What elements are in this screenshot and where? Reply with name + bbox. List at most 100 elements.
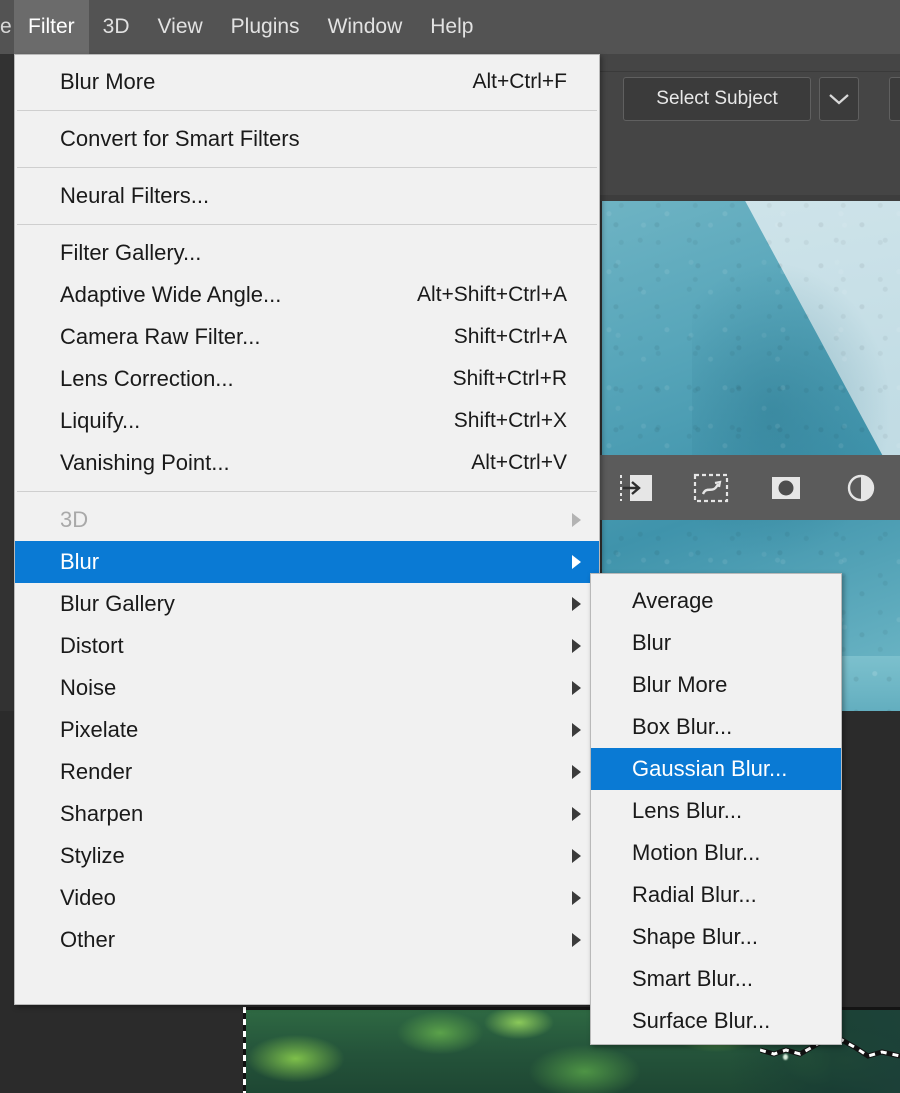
menu-item-shortcut: Shift+Ctrl+A xyxy=(453,325,567,348)
menu-item-label: Liquify... xyxy=(60,408,141,433)
menu-item-label: Stylize xyxy=(60,843,125,868)
menu-item-convert-for-smart-filters[interactable]: Convert for Smart Filters xyxy=(15,118,599,160)
menu-item-blur-gallery[interactable]: Blur Gallery xyxy=(15,583,599,625)
mask-fill-icon[interactable] xyxy=(748,473,823,503)
submenu-item-label: Radial Blur... xyxy=(632,882,757,907)
menu-item-3d: 3D xyxy=(15,499,599,541)
submenu-item-blur-more[interactable]: Blur More xyxy=(591,664,841,706)
submenu-item-label: Motion Blur... xyxy=(632,840,761,865)
menu-separator xyxy=(17,224,597,225)
options-bar-next-control[interactable] xyxy=(889,77,900,121)
menu-item-camera-raw-filter[interactable]: Camera Raw Filter... Shift+Ctrl+A xyxy=(15,316,599,358)
menu-item-label: Blur More xyxy=(60,69,156,94)
contrast-icon[interactable] xyxy=(823,473,898,503)
menu-item-other[interactable]: Other xyxy=(15,919,599,961)
menu-item-liquify[interactable]: Liquify... Shift+Ctrl+X xyxy=(15,400,599,442)
menu-item-vanishing-point[interactable]: Vanishing Point... Alt+Ctrl+V xyxy=(15,442,599,484)
submenu-arrow-icon xyxy=(572,807,581,821)
submenu-item-motion-blur[interactable]: Motion Blur... xyxy=(591,832,841,874)
menu-item-label: Render xyxy=(60,759,133,784)
chevron-down-icon xyxy=(829,94,849,105)
menu-item-sharpen[interactable]: Sharpen xyxy=(15,793,599,835)
menu-item-label: Lens Correction... xyxy=(60,366,234,391)
menu-filter[interactable]: Filter xyxy=(14,0,89,54)
submenu-item-label: Shape Blur... xyxy=(632,924,758,949)
submenu-item-label: Gaussian Blur... xyxy=(632,756,788,781)
submenu-arrow-icon xyxy=(572,681,581,695)
options-bar-divider xyxy=(598,71,900,72)
submenu-item-average[interactable]: Average xyxy=(591,580,841,622)
submenu-item-label: Lens Blur... xyxy=(632,798,743,823)
selection-marquee-left xyxy=(243,1007,246,1093)
canvas-empty-area-bottom xyxy=(0,1006,243,1093)
submenu-item-smart-blur[interactable]: Smart Blur... xyxy=(591,958,841,1000)
select-and-mask-toolbar[interactable] xyxy=(598,455,900,520)
menu-item-render[interactable]: Render xyxy=(15,751,599,793)
menu-item-stylize[interactable]: Stylize xyxy=(15,835,599,877)
select-subject-dropdown-button[interactable] xyxy=(819,77,859,121)
options-bar: Select Subject xyxy=(598,54,900,195)
menu-separator xyxy=(17,167,597,168)
menu-view[interactable]: View xyxy=(144,0,217,54)
submenu-arrow-icon xyxy=(572,891,581,905)
submenu-item-surface-blur[interactable]: Surface Blur... xyxy=(591,1000,841,1042)
menu-item-neural-filters[interactable]: Neural Filters... xyxy=(15,175,599,217)
menu-item-label: Other xyxy=(60,927,116,952)
submenu-item-box-blur[interactable]: Box Blur... xyxy=(591,706,841,748)
menu-item-blur[interactable]: Blur xyxy=(15,541,599,583)
submenu-item-radial-blur[interactable]: Radial Blur... xyxy=(591,874,841,916)
select-subject-button[interactable]: Select Subject xyxy=(623,77,811,121)
submenu-arrow-icon xyxy=(572,723,581,737)
select-subject-refine-icon[interactable] xyxy=(673,473,748,503)
menu-item-pixelate[interactable]: Pixelate xyxy=(15,709,599,751)
menu-item-shortcut: Alt+Shift+Ctrl+A xyxy=(417,283,567,306)
submenu-arrow-icon xyxy=(572,513,581,527)
submenu-arrow-icon xyxy=(572,597,581,611)
menu-item-shortcut: Alt+Ctrl+V xyxy=(471,451,567,474)
menu-separator xyxy=(17,491,597,492)
menu-item-label: Filter Gallery... xyxy=(60,240,202,265)
submenu-item-lens-blur[interactable]: Lens Blur... xyxy=(591,790,841,832)
submenu-arrow-icon xyxy=(572,765,581,779)
submenu-item-shape-blur[interactable]: Shape Blur... xyxy=(591,916,841,958)
menu-item-label: Noise xyxy=(60,675,117,700)
menu-item-label: Video xyxy=(60,885,116,910)
menu-item-label: Camera Raw Filter... xyxy=(60,324,261,349)
submenu-item-label: Average xyxy=(632,588,714,613)
menu-item-distort[interactable]: Distort xyxy=(15,625,599,667)
menu-item-filter-gallery[interactable]: Filter Gallery... xyxy=(15,232,599,274)
submenu-arrow-icon xyxy=(572,849,581,863)
photo-foliage-speck-b xyxy=(783,1054,788,1060)
photoshop-window: Select Subject e Filter 3D View Plugins … xyxy=(0,0,900,1093)
filter-dropdown-menu: Blur More Alt+Ctrl+F Convert for Smart F… xyxy=(14,54,600,1005)
menu-item-shortcut: Shift+Ctrl+X xyxy=(453,409,567,432)
select-subject-label: Select Subject xyxy=(656,88,778,109)
menu-item-label: Sharpen xyxy=(60,801,144,826)
menu-plugins[interactable]: Plugins xyxy=(217,0,314,54)
submenu-item-gaussian-blur[interactable]: Gaussian Blur... xyxy=(591,748,841,790)
submenu-item-blur[interactable]: Blur xyxy=(591,622,841,664)
menu-item-label: Distort xyxy=(60,633,124,658)
menu-item-video[interactable]: Video xyxy=(15,877,599,919)
menu-item-blur-more[interactable]: Blur More Alt+Ctrl+F xyxy=(15,61,599,103)
submenu-item-label: Box Blur... xyxy=(632,714,733,739)
menu-item-label: Vanishing Point... xyxy=(60,450,230,475)
menu-item-label: Blur xyxy=(60,549,100,574)
menu-window[interactable]: Window xyxy=(314,0,417,54)
submenu-arrow-icon xyxy=(572,933,581,947)
select-and-mask-icon[interactable] xyxy=(598,473,673,503)
menu-item-shortcut: Alt+Ctrl+F xyxy=(472,70,567,93)
menu-bar-truncated-item: e xyxy=(0,15,12,38)
menu-item-shortcut: Shift+Ctrl+R xyxy=(452,367,567,390)
menu-item-lens-correction[interactable]: Lens Correction... Shift+Ctrl+R xyxy=(15,358,599,400)
submenu-item-label: Blur xyxy=(632,630,672,655)
menu-bar: e Filter 3D View Plugins Window Help xyxy=(0,0,900,54)
menu-item-label: 3D xyxy=(60,507,89,532)
submenu-item-label: Surface Blur... xyxy=(632,1008,771,1033)
menu-item-noise[interactable]: Noise xyxy=(15,667,599,709)
menu-separator xyxy=(17,110,597,111)
menu-item-adaptive-wide-angle[interactable]: Adaptive Wide Angle... Alt+Shift+Ctrl+A xyxy=(15,274,599,316)
menu-3d[interactable]: 3D xyxy=(89,0,144,54)
menu-help[interactable]: Help xyxy=(416,0,487,54)
menu-item-label: Pixelate xyxy=(60,717,139,742)
